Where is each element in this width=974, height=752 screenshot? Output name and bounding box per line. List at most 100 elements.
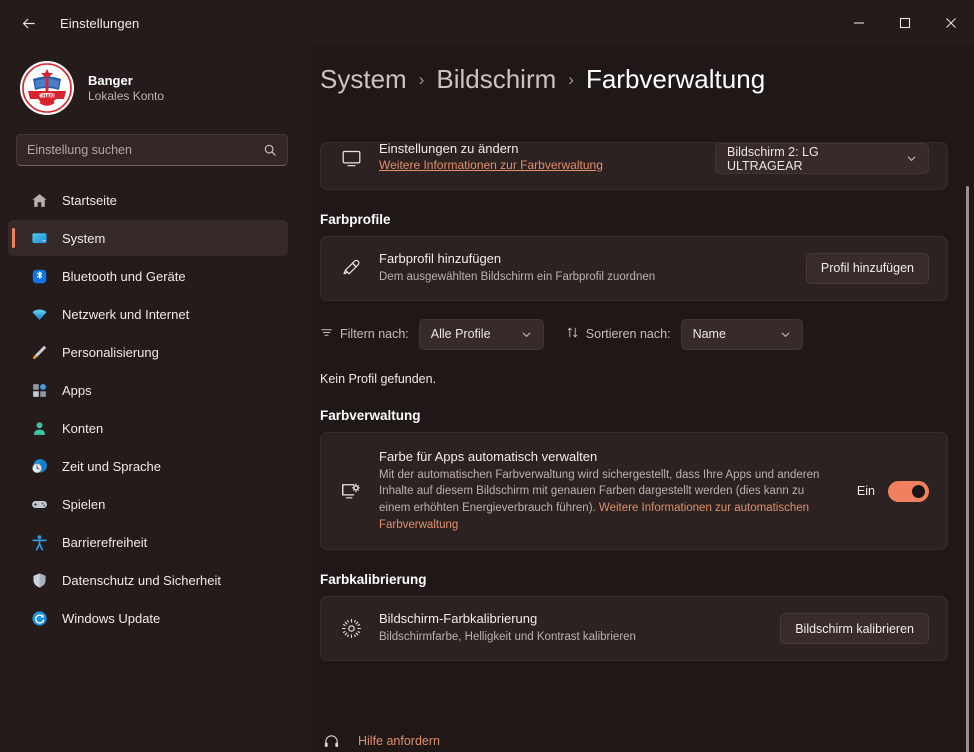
auto-color-toggle[interactable] (888, 481, 929, 502)
clock-globe-icon (30, 457, 48, 475)
display-select-value: Bildschirm 2: LG ULTRAGEAR (727, 145, 896, 173)
filter-lines-icon (320, 326, 333, 342)
chevron-down-icon (906, 153, 917, 164)
display-selector-inner: Wählen Sie eine Anzeige aus, um ihre Ein… (339, 142, 929, 174)
auto-color-toggle-group: Ein (857, 481, 929, 502)
no-profiles-message: Kein Profil gefunden. (320, 372, 948, 386)
close-icon (945, 17, 957, 29)
auto-color-description: Mit der automatischen Farbverwaltung wir… (379, 467, 827, 534)
sidebar-item-windows-update[interactable]: Windows Update (8, 600, 288, 636)
add-profile-texts: Farbprofil hinzufügen Dem ausgewählten B… (379, 251, 790, 286)
toggle-state-label: Ein (857, 484, 875, 498)
back-button[interactable] (10, 7, 46, 39)
display-selector-card: Wählen Sie eine Anzeige aus, um ihre Ein… (320, 142, 948, 190)
account-section[interactable]: F.C.HANSA Banger Lokales Konto (0, 46, 300, 120)
maximize-button[interactable] (882, 0, 928, 46)
section-title-farbprofile: Farbprofile (320, 212, 948, 227)
minimize-button[interactable] (836, 0, 882, 46)
window-controls (836, 0, 974, 46)
calibration-texts: Bildschirm-Farbkalibrierung Bildschirmfa… (379, 611, 764, 646)
filter-label-group: Filtern nach: (320, 326, 409, 342)
sidebar-item-label: Apps (62, 383, 92, 398)
display-selector-line2: Einstellungen zu ändern (379, 142, 699, 156)
get-help-link[interactable]: Hilfe anfordern (358, 734, 440, 748)
sidebar-item-barrierefreiheit[interactable]: Barrierefreiheit (8, 524, 288, 560)
sidebar-item-spielen[interactable]: Spielen (8, 486, 288, 522)
sidebar-item-label: Barrierefreiheit (62, 535, 147, 550)
sort-arrows-icon (566, 326, 579, 342)
main-content: System › Bildschirm › Farbverwaltung (312, 46, 974, 752)
sidebar-item-label: Spielen (62, 497, 105, 512)
add-profile-title: Farbprofil hinzufügen (379, 251, 790, 266)
sidebar-item-personalisierung[interactable]: Personalisierung (8, 334, 288, 370)
sidebar-item-label: Netzwerk und Internet (62, 307, 189, 322)
update-refresh-icon (30, 609, 48, 627)
account-subtitle: Lokales Konto (88, 89, 164, 103)
breadcrumb-system[interactable]: System (320, 64, 407, 95)
sidebar-nav: Startseite System (0, 182, 300, 636)
settings-scroll-area: Wählen Sie eine Anzeige aus, um ihre Ein… (312, 46, 974, 752)
account-name: Banger (88, 73, 164, 88)
auto-color-texts: Farbe für Apps automatisch verwalten Mit… (379, 449, 827, 534)
svg-text:F.C.HANSA: F.C.HANSA (33, 94, 62, 100)
filter-dropdown[interactable]: Alle Profile (419, 319, 544, 350)
profile-filter-row: Filtern nach: Alle Profile (320, 319, 948, 350)
display-selector-texts: Wählen Sie eine Anzeige aus, um ihre Ein… (379, 142, 699, 172)
sidebar-item-label: Startseite (62, 193, 117, 208)
display-select-dropdown[interactable]: Bildschirm 2: LG ULTRAGEAR (715, 143, 929, 174)
sidebar-item-label: Datenschutz und Sicherheit (62, 573, 221, 588)
sidebar-item-system[interactable]: System (8, 220, 288, 256)
sidebar-item-datenschutz[interactable]: Datenschutz und Sicherheit (8, 562, 288, 598)
section-title-farbverwaltung: Farbverwaltung (320, 408, 948, 423)
filter-label: Filtern nach: (340, 327, 409, 341)
maximize-icon (899, 17, 911, 29)
add-profile-button[interactable]: Profil hinzufügen (806, 253, 929, 284)
sidebar-item-konten[interactable]: Konten (8, 410, 288, 446)
home-icon (30, 191, 48, 209)
settings-window: Einstellungen (0, 0, 974, 752)
back-arrow-icon (20, 15, 37, 32)
calibration-subtitle: Bildschirmfarbe, Helligkeit und Kontrast… (379, 629, 764, 646)
filter-value: Alle Profile (431, 327, 491, 341)
add-color-profile-card: Farbprofil hinzufügen Dem ausgewählten B… (320, 236, 948, 301)
sidebar-item-netzwerk[interactable]: Netzwerk und Internet (8, 296, 288, 332)
bluetooth-icon (30, 267, 48, 285)
search-icon (263, 143, 277, 157)
shield-icon (30, 571, 48, 589)
sidebar-item-label: Bluetooth und Geräte (62, 269, 186, 284)
breadcrumb-bildschirm[interactable]: Bildschirm (436, 64, 556, 95)
breadcrumb-separator: › (419, 70, 425, 90)
sidebar-item-bluetooth[interactable]: Bluetooth und Geräte (8, 258, 288, 294)
sort-label-group: Sortieren nach: (566, 326, 671, 342)
person-icon (30, 419, 48, 437)
eyedropper-icon (339, 256, 363, 280)
accessibility-icon (30, 533, 48, 551)
sort-value: Name (693, 327, 726, 341)
chevron-down-icon (521, 329, 532, 340)
search-box[interactable] (16, 134, 288, 166)
sidebar-item-startseite[interactable]: Startseite (8, 182, 288, 218)
close-button[interactable] (928, 0, 974, 46)
sidebar-item-apps[interactable]: Apps (8, 372, 288, 408)
minimize-icon (853, 17, 865, 29)
color-management-info-link[interactable]: Weitere Informationen zur Farbverwaltung (379, 158, 603, 172)
breadcrumb-farbverwaltung: Farbverwaltung (586, 64, 765, 95)
sidebar-item-label: Konten (62, 421, 103, 436)
calibrate-display-button[interactable]: Bildschirm kalibrieren (780, 613, 929, 644)
window-body: F.C.HANSA Banger Lokales Konto (0, 46, 974, 752)
section-title-farbkalibrierung: Farbkalibrierung (320, 572, 948, 587)
vertical-scrollbar[interactable] (966, 186, 969, 752)
auto-color-management-card: Farbe für Apps automatisch verwalten Mit… (320, 432, 948, 551)
calibration-title: Bildschirm-Farbkalibrierung (379, 611, 764, 626)
apps-icon (30, 381, 48, 399)
help-headset-icon (320, 730, 342, 752)
window-title: Einstellungen (60, 16, 139, 31)
breadcrumb-separator: › (568, 70, 574, 90)
get-help-row[interactable]: Hilfe anfordern (320, 730, 440, 752)
sort-label: Sortieren nach: (586, 327, 671, 341)
title-bar: Einstellungen (0, 0, 974, 46)
sort-dropdown[interactable]: Name (681, 319, 803, 350)
gamepad-icon (30, 495, 48, 513)
search-input[interactable] (27, 143, 263, 157)
sidebar-item-zeit-sprache[interactable]: Zeit und Sprache (8, 448, 288, 484)
